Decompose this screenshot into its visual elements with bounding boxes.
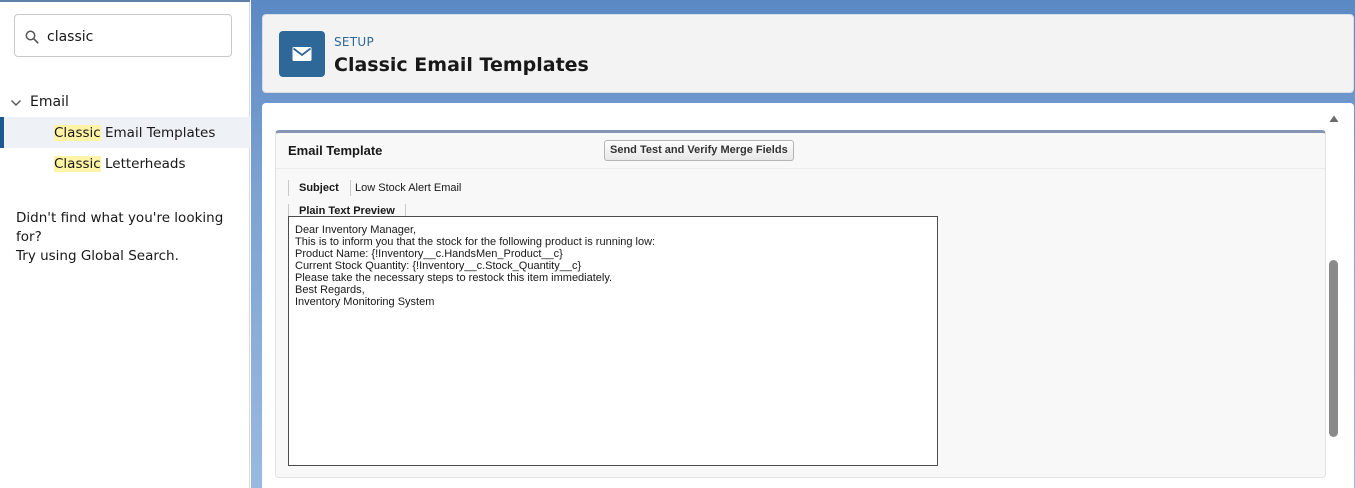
search-match-highlight: Classic	[54, 156, 101, 172]
page-header: SETUP Classic Email Templates	[262, 14, 1354, 93]
content-area: Email Template Send Test and Verify Merg…	[262, 103, 1354, 488]
send-test-button[interactable]: Send Test and Verify Merge Fields	[604, 140, 794, 161]
sidebar-item-classic-email-templates[interactable]: Classic Email Templates	[0, 117, 250, 148]
sidebar-item-label-rest: Email Templates	[100, 125, 216, 141]
preview-line: Current Stock Quantity: {!Inventory__c.S…	[295, 260, 582, 272]
plain-text-preview[interactable]: Dear Inventory Manager, This is to infor…	[288, 216, 938, 466]
no-results-help: Didn't find what you're looking for? Try…	[16, 209, 241, 266]
preview-line: This is to inform you that the stock for…	[295, 236, 656, 248]
help-line-1: Didn't find what you're looking for?	[16, 210, 224, 245]
preview-line: Please take the necessary steps to resto…	[295, 272, 613, 284]
search-input-value[interactable]: classic	[47, 29, 93, 45]
preview-line: Inventory Monitoring System	[295, 296, 435, 308]
email-template-panel: Email Template Send Test and Verify Merg…	[275, 130, 1326, 478]
sidebar-item-label: Classic Letterheads	[54, 156, 186, 172]
tree-group-email[interactable]: Email	[0, 90, 250, 114]
scrollbar-thumb[interactable]	[1329, 260, 1338, 437]
search-match-highlight: Classic	[54, 125, 101, 141]
preview-line: Best Regards,	[295, 284, 365, 296]
sidebar-item-label-rest: Letterheads	[100, 156, 186, 172]
subject-value: Low Stock Alert Email	[350, 180, 461, 196]
page-title: Classic Email Templates	[334, 54, 589, 76]
breadcrumb-setup[interactable]: SETUP	[334, 35, 374, 49]
scroll-up-arrow-icon[interactable]	[1329, 111, 1339, 122]
preview-line: Dear Inventory Manager,	[295, 224, 417, 236]
setup-sidebar: classic Email Classic Email Templates Cl…	[0, 0, 250, 488]
search-icon	[25, 30, 39, 44]
preview-line: Product Name: {!Inventory__c.HandsMen_Pr…	[295, 248, 563, 260]
quick-find-search-input[interactable]: classic	[14, 14, 232, 57]
scroll-down-arrow-icon[interactable]	[1329, 482, 1339, 488]
sidebar-item-label: Classic Email Templates	[54, 125, 215, 141]
panel-title: Email Template	[288, 143, 383, 158]
chevron-down-icon[interactable]	[10, 96, 22, 108]
divider	[276, 168, 1325, 169]
envelope-icon	[279, 31, 325, 77]
sidebar-top-border	[0, 0, 250, 2]
subject-label: Subject	[288, 180, 339, 196]
help-line-2: Try using Global Search.	[16, 248, 179, 264]
tree-group-label: Email	[30, 94, 69, 110]
sidebar-item-classic-letterheads[interactable]: Classic Letterheads	[0, 148, 250, 179]
